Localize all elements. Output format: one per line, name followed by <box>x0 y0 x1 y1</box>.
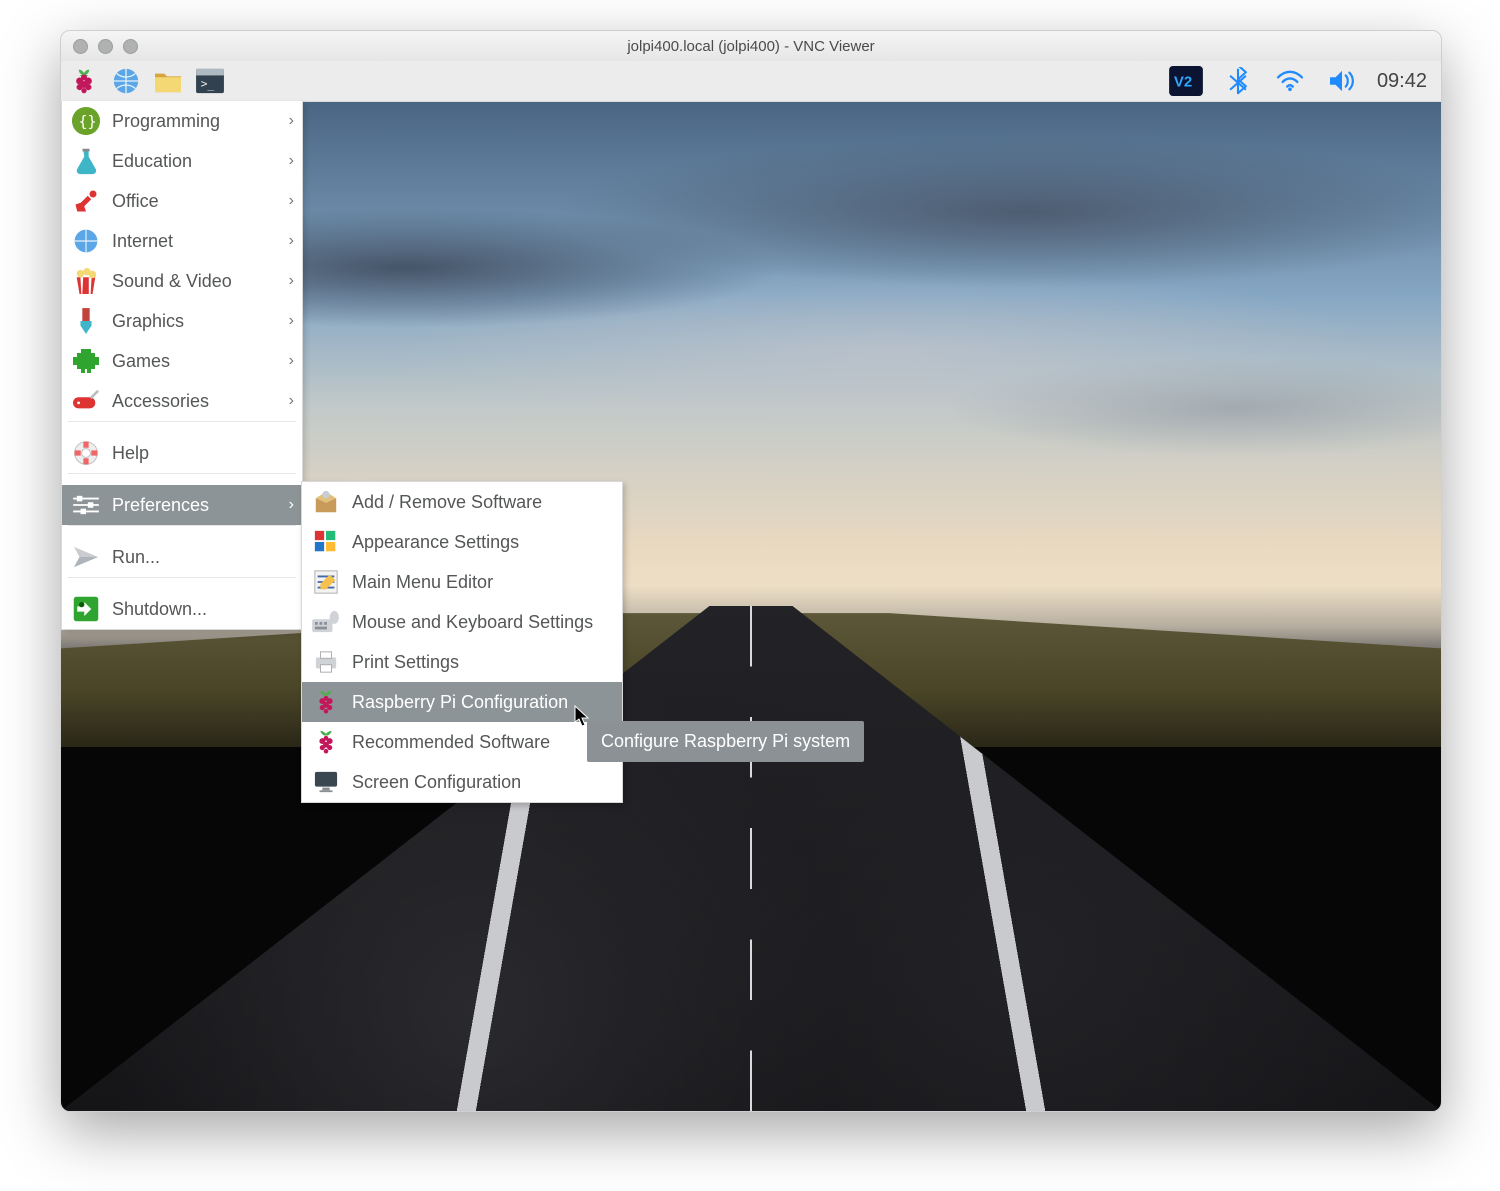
invader-icon <box>70 345 102 377</box>
menu-item-label: Preferences <box>112 495 209 516</box>
mouse-keyboard-icon <box>312 608 340 636</box>
tooltip: Configure Raspberry Pi system <box>587 721 864 762</box>
menu-item-label: Graphics <box>112 311 184 332</box>
flask-icon <box>70 145 102 177</box>
chevron-right-icon: › <box>289 312 294 330</box>
bluetooth-tray-icon[interactable] <box>1221 64 1255 98</box>
main-menu: {} Programming › Education › Office › In… <box>61 101 303 630</box>
chevron-right-icon: › <box>289 352 294 370</box>
submenu-item-label: Appearance Settings <box>352 532 519 553</box>
exit-icon <box>70 593 102 625</box>
submenu-item-label: Main Menu Editor <box>352 572 493 593</box>
menu-item-internet[interactable]: Internet › <box>62 221 302 261</box>
sliders-icon <box>70 489 102 521</box>
menu-item-label: Help <box>112 443 149 464</box>
monitor-icon <box>312 768 340 796</box>
volume-tray-icon[interactable] <box>1325 64 1359 98</box>
menu-item-graphics[interactable]: Graphics › <box>62 301 302 341</box>
menu-item-run[interactable]: Run... <box>62 537 302 577</box>
menu-item-label: Internet <box>112 231 173 252</box>
raspberry-icon <box>312 688 340 716</box>
submenu-item-add-remove[interactable]: Add / Remove Software <box>302 482 622 522</box>
chevron-right-icon: › <box>289 152 294 170</box>
menu-item-office[interactable]: Office › <box>62 181 302 221</box>
submenu-item-label: Add / Remove Software <box>352 492 542 513</box>
submenu-item-print[interactable]: Print Settings <box>302 642 622 682</box>
submenu-item-mouse-kbd[interactable]: Mouse and Keyboard Settings <box>302 602 622 642</box>
lifebuoy-icon <box>70 437 102 469</box>
submenu-item-label: Screen Configuration <box>352 772 521 793</box>
paperplane-icon <box>70 541 102 573</box>
submenu-item-label: Mouse and Keyboard Settings <box>352 612 593 633</box>
menu-item-shutdown[interactable]: Shutdown... <box>62 589 302 629</box>
lamp-icon <box>70 185 102 217</box>
submenu-item-recommended[interactable]: Recommended Software <box>302 722 622 762</box>
menu-item-label: Education <box>112 151 192 172</box>
menu-item-label: Games <box>112 351 170 372</box>
menu-item-programming[interactable]: {} Programming › <box>62 101 302 141</box>
menu-item-label: Accessories <box>112 391 209 412</box>
menu-item-preferences[interactable]: Preferences › <box>62 485 302 525</box>
menu-item-label: Programming <box>112 111 220 132</box>
swiss-knife-icon <box>70 385 102 417</box>
raspberry-icon <box>312 728 340 756</box>
submenu-item-screen[interactable]: Screen Configuration <box>302 762 622 802</box>
menu-item-education[interactable]: Education › <box>62 141 302 181</box>
preferences-submenu: Add / Remove Software Appearance Setting… <box>301 481 623 803</box>
submenu-item-label: Recommended Software <box>352 732 550 753</box>
mouse-cursor <box>574 705 590 727</box>
wifi-tray-icon[interactable] <box>1273 64 1307 98</box>
chevron-right-icon: › <box>289 392 294 410</box>
menu-item-accessories[interactable]: Accessories › <box>62 381 302 421</box>
chevron-right-icon: › <box>289 192 294 210</box>
vnc-tray-icon[interactable]: V2 <box>1169 64 1203 98</box>
file-manager-launcher[interactable] <box>151 64 185 98</box>
web-browser-launcher[interactable] <box>109 64 143 98</box>
popcorn-icon <box>70 265 102 297</box>
menu-editor-icon <box>312 568 340 596</box>
chevron-right-icon: › <box>289 496 294 514</box>
menu-item-soundvideo[interactable]: Sound & Video › <box>62 261 302 301</box>
chevron-right-icon: › <box>289 272 294 290</box>
package-icon <box>312 488 340 516</box>
brush-icon <box>70 305 102 337</box>
terminal-launcher[interactable]: >_ <box>193 64 227 98</box>
chevron-right-icon: › <box>289 112 294 130</box>
menu-item-label: Sound & Video <box>112 271 232 292</box>
printer-icon <box>312 648 340 676</box>
remote-desktop: >_ V2 09:42 <box>61 61 1441 1111</box>
window-title: jolpi400.local (jolpi400) - VNC Viewer <box>61 38 1441 55</box>
submenu-item-label: Print Settings <box>352 652 459 673</box>
menu-item-games[interactable]: Games › <box>62 341 302 381</box>
chevron-right-icon: › <box>289 232 294 250</box>
mac-titlebar[interactable]: jolpi400.local (jolpi400) - VNC Viewer <box>61 31 1441 61</box>
svg-text:V2: V2 <box>1174 74 1192 91</box>
menu-item-label: Run... <box>112 547 160 568</box>
taskbar: >_ V2 09:42 <box>61 61 1441 102</box>
raspberry-menu-button[interactable] <box>67 64 101 98</box>
svg-text:{}: {} <box>79 113 97 131</box>
taskbar-clock[interactable]: 09:42 <box>1377 70 1427 93</box>
submenu-item-appearance[interactable]: Appearance Settings <box>302 522 622 562</box>
braces-icon: {} <box>70 105 102 137</box>
submenu-item-menu-editor[interactable]: Main Menu Editor <box>302 562 622 602</box>
mac-window: jolpi400.local (jolpi400) - VNC Viewer <box>60 30 1442 1112</box>
menu-item-help[interactable]: Help <box>62 433 302 473</box>
svg-text:>_: >_ <box>201 78 215 91</box>
appearance-icon <box>312 528 340 556</box>
menu-item-label: Office <box>112 191 159 212</box>
globe-icon <box>70 225 102 257</box>
submenu-item-label: Raspberry Pi Configuration <box>352 692 568 713</box>
menu-item-label: Shutdown... <box>112 599 207 620</box>
